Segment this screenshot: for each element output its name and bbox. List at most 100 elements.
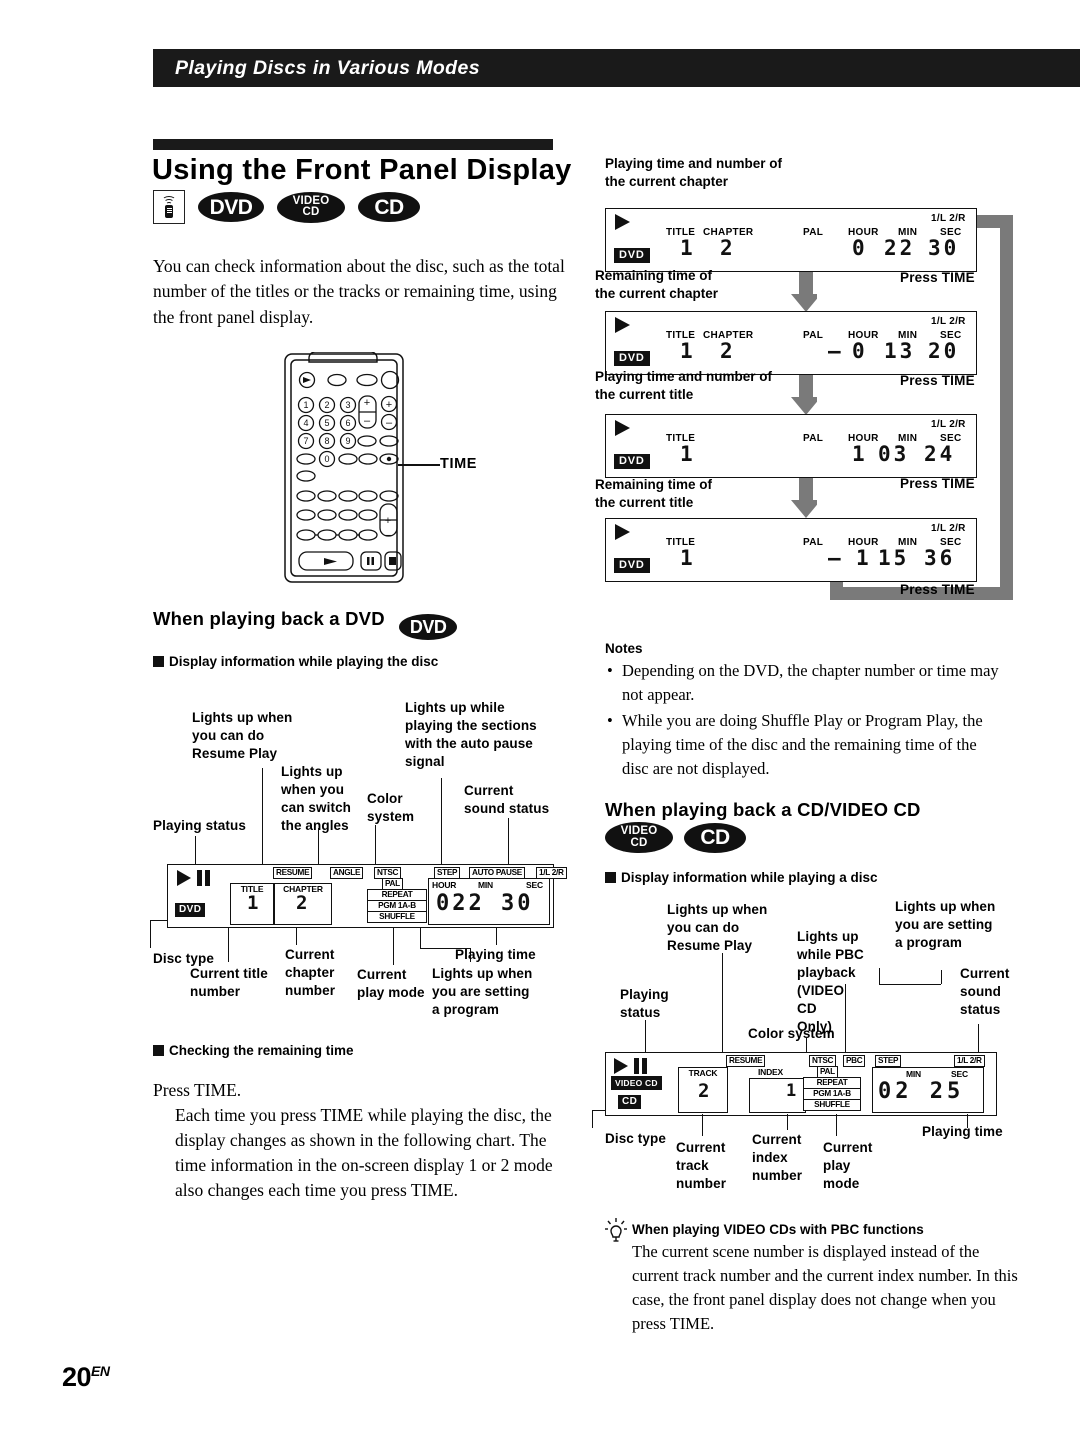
flow-panel-2-pal-label: PAL: [803, 330, 824, 341]
flow-panel-3-hour-value: 1: [852, 442, 869, 466]
dvd-front-panel-display: DVD TITLE 1 CHAPTER 2 RESUME ANGLE NTSC …: [167, 864, 567, 928]
notes-heading: Notes: [605, 641, 643, 656]
flow-panel-4-min-value: 15: [878, 546, 910, 570]
flow-panel-4: DVD TITLE PAL HOUR MIN SEC 1/L 2/R 1 – 1…: [605, 518, 977, 582]
flow-arrow-1: [791, 272, 817, 312]
callout-playing-status: Playing status: [153, 818, 246, 833]
flow-panel-4-minus-sign: –: [828, 546, 842, 570]
cd-callout-pbc: Lights up while PBC playback (VIDEO CD O…: [797, 929, 864, 1034]
flow-caption-3: Playing time and number of the current t…: [595, 369, 773, 402]
flow-panel-4-hour-value: 1: [856, 546, 873, 570]
dvd-display-info-text: Display information while playing the di…: [169, 654, 439, 669]
flow-panel-2-chapter-value: 2: [720, 339, 734, 363]
press-time-body: Each time you press TIME while playing t…: [175, 1105, 553, 1200]
cd-display-info-heading: Display information while playing a disc: [605, 870, 878, 885]
cd-front-panel-display: VIDEO CD CD TRACK 2 INDEX 1 RESUME NTSC …: [605, 1052, 997, 1116]
flow-panel-4-pal-label: PAL: [803, 537, 824, 548]
flow-panel-1-title-value: 1: [680, 236, 694, 260]
callout-sound-status: Current sound status: [464, 783, 550, 816]
cd-panel-min-label: MIN: [906, 1069, 921, 1079]
remote-control-icon: [153, 190, 185, 224]
page-number-suffix: EN: [91, 1363, 110, 1379]
cd-callout-sound-status: Current sound status: [960, 966, 1010, 1017]
flow-panel-1-sound-label: 1/L 2/R: [931, 213, 966, 224]
cd-panel-disc-type-2: CD: [618, 1095, 642, 1109]
flow-panel-1-chapter-value: 2: [720, 236, 734, 260]
video-cd-badge-line2: CD: [302, 206, 320, 218]
dvd-section-heading-text: When playing back a DVD: [153, 608, 385, 629]
flow-loop-vertical: [1000, 215, 1013, 600]
svg-text:–: –: [385, 530, 391, 541]
svg-text:7: 7: [303, 436, 308, 446]
flow-panel-4-sec-value: 36: [924, 546, 956, 570]
callout-color-system: Color system: [367, 791, 415, 824]
panel-disc-type: DVD: [175, 903, 206, 917]
flow-panel-1-pal-label: PAL: [803, 227, 824, 238]
remote-control-illustration: 1 2 3 4 5 6 7 8 9 0 + – + – + –: [275, 351, 415, 583]
leader-sound-status: [508, 818, 510, 864]
flow-panel-3-min-value: 03: [878, 442, 910, 466]
cd-callout-resume: Lights up when you can do Resume Play: [667, 902, 768, 953]
cd-panel-disc-type-1: VIDEO CD: [611, 1076, 662, 1090]
running-head-bar: Playing Discs in Various Modes: [153, 49, 1080, 87]
panel-indicator-angle: ANGLE: [330, 867, 364, 879]
cd-callout-track-number: Current track number: [676, 1140, 727, 1191]
callout-auto-pause: Lights up while playing the sections wit…: [405, 700, 537, 769]
flow-caption-1: Playing time and number of the current c…: [605, 156, 783, 189]
flow-panel-3-title-value: 1: [680, 442, 694, 466]
cd-callout-disc-type: Disc type: [605, 1131, 666, 1146]
remote-svg: 1 2 3 4 5 6 7 8 9 0 + – + – + –: [284, 351, 404, 583]
cd-panel-indicator-resume: RESUME: [726, 1055, 766, 1067]
cd-callout-index-number: Current index number: [752, 1132, 803, 1183]
callout-angle: Lights up when you can switch the angles: [281, 764, 352, 833]
cd-panel-indicator-step: STEP: [875, 1055, 902, 1067]
tip-body: The current scene number is displayed in…: [632, 1242, 1018, 1333]
cd-callout-playing-status: Playing status: [620, 987, 669, 1020]
section-rule: [153, 139, 553, 150]
leader-auto-pause: [441, 778, 443, 864]
dvd-display-info-heading: Display information while playing the di…: [153, 654, 438, 669]
panel-title-value: 1: [247, 892, 260, 914]
flow-caption-2: Remaining time of the current chapter: [595, 268, 719, 301]
svg-text:8: 8: [324, 436, 329, 446]
cd-section-cd-badge: CD: [684, 822, 746, 853]
flow-arrow-3: [791, 478, 817, 518]
page-number-value: 20: [62, 1362, 92, 1392]
svg-text:+: +: [385, 515, 391, 527]
flow-press-label-4: Press TIME: [900, 582, 975, 597]
note-item: While you are doing Shuffle Play or Prog…: [607, 709, 1005, 781]
dvd-badge: DVD: [198, 192, 264, 222]
cd-badge-label: CD: [374, 195, 404, 219]
intro-paragraph: You can check information about the disc…: [153, 255, 565, 327]
dvd-section-heading: When playing back a DVD DVD: [153, 608, 458, 640]
callout-play-mode: Current play mode: [357, 967, 425, 1000]
cd-callout-play-mode: Current play mode: [823, 1140, 873, 1191]
leader-playing-status: [195, 836, 197, 864]
cd-panel-track-value: 2: [698, 1080, 711, 1102]
callout-resume: Lights up when you can do Resume Play: [192, 710, 293, 761]
flow-panel-2-min-value: 13: [884, 339, 916, 363]
leader-resume: [262, 768, 264, 864]
panel-min-label: MIN: [478, 880, 493, 890]
flow-press-label-1: Press TIME: [900, 270, 975, 285]
svg-text:+: +: [364, 397, 370, 409]
svg-text:9: 9: [345, 436, 350, 446]
svg-text:6: 6: [345, 418, 350, 428]
lightbulb-icon: [604, 1218, 628, 1244]
flow-press-label-3: Press TIME: [900, 476, 975, 491]
svg-text:5: 5: [324, 418, 329, 428]
cd-callout-color-system: Color system: [748, 1026, 835, 1041]
time-callout-label: TIME: [440, 456, 478, 472]
svg-text:+: +: [386, 399, 392, 411]
notes-list: Depending on the DVD, the chapter number…: [605, 659, 1005, 783]
leader-color-system: [375, 825, 377, 865]
svg-text:–: –: [364, 415, 371, 427]
cd-section-badges: VIDEO CD CD: [605, 822, 746, 853]
flow-panel-2-disc-type: DVD: [614, 351, 650, 366]
cd-section-heading: When playing back a CD/VIDEO CD: [605, 799, 921, 820]
checking-remaining-time-text: Checking the remaining time: [169, 1043, 354, 1058]
cd-panel-time-value: 02 25: [878, 1079, 965, 1104]
cd-panel-sec-label: SEC: [951, 1069, 968, 1079]
flow-panel-2-minus-sign: –: [828, 339, 842, 363]
panel-chapter-value: 2: [296, 892, 309, 914]
